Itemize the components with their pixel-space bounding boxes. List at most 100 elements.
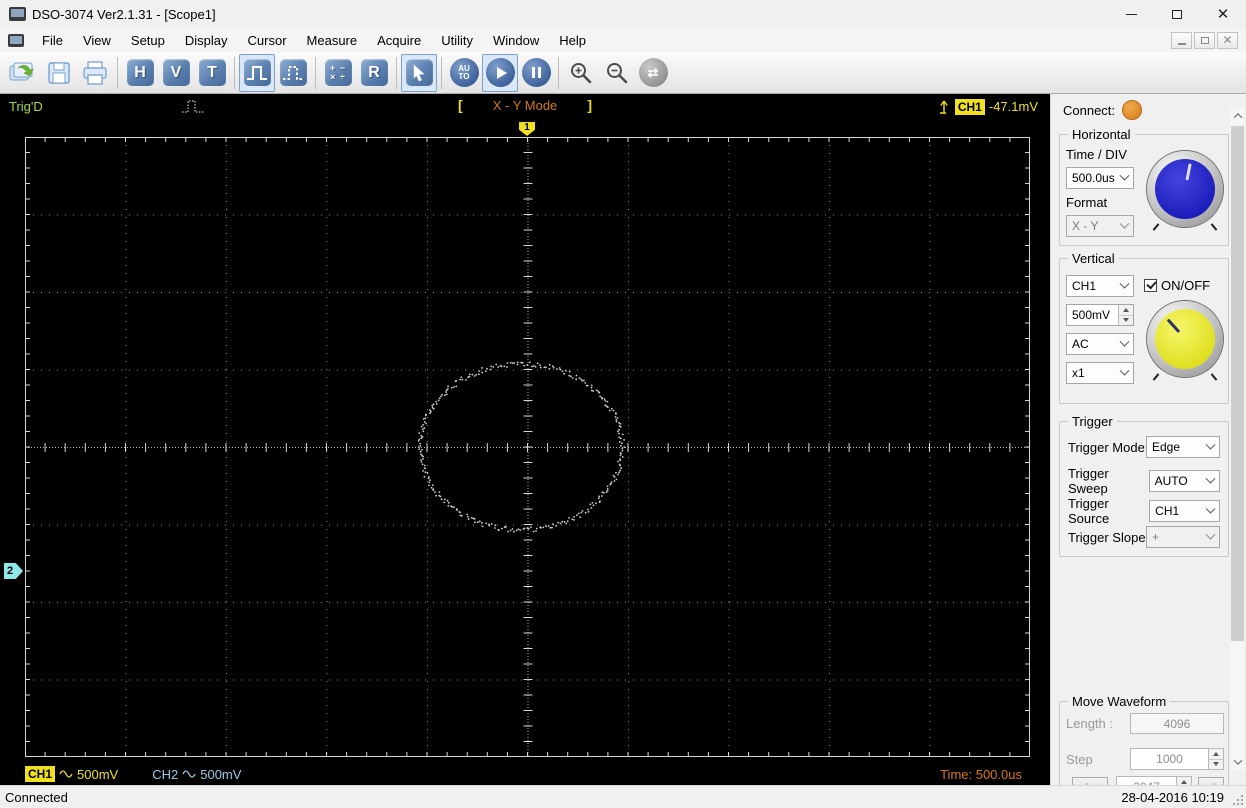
- spin-up[interactable]: [1177, 777, 1191, 785]
- trigger-slope-select[interactable]: +: [1146, 526, 1220, 548]
- channel-select[interactable]: CH1: [1066, 275, 1134, 297]
- scroll-down-arrow[interactable]: [1230, 754, 1245, 770]
- pulse-trigger-button[interactable]: [239, 53, 275, 92]
- time-div-label: Time / DIV: [1066, 147, 1127, 162]
- trigger-position-marker[interactable]: 1: [519, 122, 535, 136]
- horizontal-icon: H: [126, 59, 154, 86]
- format-label: Format: [1066, 195, 1108, 210]
- math-button[interactable]: + − × ÷: [320, 54, 356, 92]
- trigger-group: Trigger Trigger Mode Edge Trigger Sweep …: [1059, 414, 1229, 557]
- reference-button[interactable]: R: [356, 54, 392, 92]
- onoff-label: ON/OFF: [1161, 278, 1211, 293]
- coupling-select[interactable]: AC: [1066, 333, 1134, 355]
- load-button[interactable]: [5, 54, 41, 92]
- step-spinner[interactable]: 1000: [1130, 748, 1224, 770]
- go-first-button[interactable]: |<: [1072, 777, 1108, 785]
- toolbar-separator: [441, 56, 442, 89]
- scope-document-icon[interactable]: [8, 33, 24, 47]
- pause-button[interactable]: [518, 54, 554, 92]
- go-last-button[interactable]: >|: [1198, 777, 1224, 785]
- trigger-source-label: Trigger Source: [1068, 496, 1110, 526]
- zoom-in-button[interactable]: [563, 54, 599, 92]
- scope-status-bar: Trig'D [ X - Y Mode ] CH1 -47.1mV: [0, 94, 1050, 121]
- connect-indicator[interactable]: [1122, 100, 1143, 120]
- app-icon: [9, 7, 26, 21]
- ch1-chip: CH1: [25, 766, 56, 782]
- ch2-level-marker[interactable]: 2: [4, 563, 23, 579]
- resize-grip[interactable]: [1232, 794, 1244, 806]
- ch1-readout[interactable]: CH1 500mV: [25, 766, 118, 782]
- trigger-source-select[interactable]: CH1: [1149, 500, 1220, 522]
- print-icon: [83, 60, 107, 85]
- ch2-readout[interactable]: CH2 500mV: [152, 767, 241, 782]
- toolbar-separator: [396, 56, 397, 89]
- run-button[interactable]: [482, 53, 518, 92]
- auto-setup-icon: AU TO: [449, 58, 479, 87]
- chevron-down-icon: [1205, 503, 1216, 514]
- print-button[interactable]: [77, 54, 113, 92]
- spin-up[interactable]: [1209, 749, 1223, 759]
- volt-scale-spinner[interactable]: 500mV: [1066, 304, 1134, 326]
- mdi-minimize-button[interactable]: [1171, 31, 1192, 49]
- length-label: Length :: [1066, 716, 1113, 731]
- channel-onoff[interactable]: ON/OFF: [1144, 278, 1210, 293]
- maximize-button[interactable]: [1154, 0, 1200, 28]
- menu-display[interactable]: Display: [175, 30, 238, 51]
- probe-select[interactable]: x1: [1066, 362, 1134, 384]
- mdi-close-button[interactable]: ✕: [1217, 31, 1238, 49]
- menu-setup[interactable]: Setup: [121, 30, 175, 51]
- onoff-checkbox[interactable]: [1144, 279, 1157, 292]
- trigger-mode-select[interactable]: Edge: [1146, 436, 1220, 458]
- horizontal-knob[interactable]: [1147, 151, 1223, 227]
- spin-down[interactable]: [1119, 314, 1133, 325]
- trigger-icon: T: [198, 59, 226, 86]
- menu-bar: File View Setup Display Cursor Measure A…: [0, 28, 1246, 52]
- menu-cursor[interactable]: Cursor: [238, 30, 297, 51]
- auto-setup-button[interactable]: AU TO: [446, 54, 482, 92]
- scroll-thumb[interactable]: [1231, 126, 1244, 641]
- scope-graticule[interactable]: [25, 137, 1030, 757]
- pulse-icon: [243, 59, 271, 86]
- zoom-out-button[interactable]: [599, 54, 635, 92]
- save-icon: [48, 61, 70, 84]
- toolbar-separator: [315, 56, 316, 89]
- position-spinner[interactable]: 2047: [1116, 776, 1192, 785]
- vertical-knob[interactable]: [1147, 301, 1223, 377]
- trigger-sweep-select[interactable]: AUTO: [1148, 470, 1220, 492]
- cursor-arrow-icon: [405, 59, 433, 86]
- move-waveform-title: Move Waveform: [1068, 694, 1171, 709]
- time-div-select[interactable]: 500.0us: [1066, 167, 1134, 189]
- zoom-out-icon: [607, 62, 628, 83]
- pulse-status-icon: [182, 100, 204, 113]
- toolbar: H V T + − × ÷ R AU TO ⇄: [0, 52, 1246, 94]
- cursor-button[interactable]: [401, 53, 437, 92]
- save-button[interactable]: [41, 54, 77, 92]
- mdi-restore-button[interactable]: [1194, 31, 1215, 49]
- pulse-pass-fail-button[interactable]: [275, 54, 311, 92]
- menu-help[interactable]: Help: [549, 30, 596, 51]
- scroll-up-arrow[interactable]: [1230, 108, 1245, 124]
- mode-bracket-right: ]: [587, 97, 592, 113]
- panel-scrollbar[interactable]: [1230, 108, 1245, 770]
- spin-down[interactable]: [1209, 758, 1223, 769]
- vertical-settings-button[interactable]: V: [158, 54, 194, 92]
- format-select[interactable]: X - Y: [1066, 215, 1134, 237]
- title-bar: DSO-3074 Ver2.1.31 - [Scope1] ✕: [0, 0, 1246, 28]
- minimize-icon: [1125, 13, 1137, 15]
- horizontal-settings-button[interactable]: H: [122, 54, 158, 92]
- trigger-channel-chip: CH1: [954, 98, 985, 115]
- menu-utility[interactable]: Utility: [431, 30, 483, 51]
- minimize-button[interactable]: [1108, 0, 1154, 28]
- trigger-status: Trig'D: [9, 99, 43, 114]
- menu-file[interactable]: File: [32, 30, 73, 51]
- toolbar-separator: [558, 56, 559, 89]
- close-button[interactable]: ✕: [1200, 0, 1246, 28]
- menu-window[interactable]: Window: [483, 30, 549, 51]
- trigger-mode-label: Trigger Mode: [1068, 439, 1145, 455]
- menu-measure[interactable]: Measure: [297, 30, 368, 51]
- menu-acquire[interactable]: Acquire: [367, 30, 431, 51]
- menu-view[interactable]: View: [73, 30, 121, 51]
- chevron-down-icon: [1119, 336, 1130, 347]
- spin-up[interactable]: [1119, 305, 1133, 315]
- trigger-settings-button[interactable]: T: [194, 54, 230, 92]
